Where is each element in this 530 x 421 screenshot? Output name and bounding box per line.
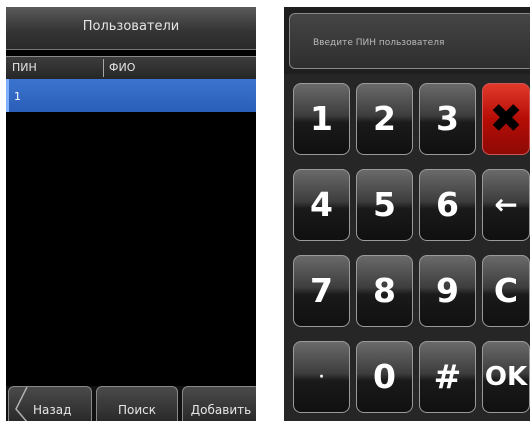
bottom-toolbar: Назад Поиск Добавить: [6, 386, 256, 421]
key-9-label: 9: [436, 271, 459, 310]
key-0[interactable]: 0: [356, 341, 413, 413]
close-icon: ✖: [489, 96, 523, 142]
key-3[interactable]: 3: [419, 83, 476, 155]
key-2-label: 2: [373, 99, 396, 138]
key-2[interactable]: 2: [356, 83, 413, 155]
key-6[interactable]: 6: [419, 169, 476, 241]
page-title: Пользователи: [82, 19, 180, 34]
add-user-button[interactable]: Добавить: [182, 386, 256, 421]
ok-button[interactable]: OK: [482, 341, 530, 413]
key-5[interactable]: 5: [356, 169, 413, 241]
back-button-label: Назад: [33, 403, 72, 417]
delete-key[interactable]: ✖: [482, 83, 530, 155]
key-5-label: 5: [373, 185, 396, 224]
dot-key-label: ·: [318, 369, 325, 385]
key-8[interactable]: 8: [356, 255, 413, 327]
key-4-label: 4: [310, 185, 333, 224]
table-cell-pin: 1: [14, 90, 21, 103]
key-0-label: 0: [373, 357, 396, 396]
ok-button-label: OK: [484, 362, 528, 392]
search-button-label: Поиск: [117, 403, 156, 417]
table-row[interactable]: 1: [6, 79, 256, 112]
pin-entry-screen: Введите ПИН пользователя 1 2 3 ✖ 4 5 6 ←…: [284, 7, 530, 421]
backspace-key[interactable]: ←: [482, 169, 530, 241]
clear-key-label: C: [493, 271, 519, 310]
users-screen: Пользователи ПИН ФИО 1 Назад Поиск Добав…: [6, 7, 256, 421]
key-1[interactable]: 1: [293, 83, 350, 155]
column-divider: [103, 59, 104, 77]
add-button-label: Добавить: [190, 403, 252, 417]
arrow-left-icon: ←: [494, 188, 518, 221]
column-header-pin: ПИН: [12, 61, 37, 74]
title-bar: Пользователи: [6, 7, 256, 50]
table-header: ПИН ФИО: [6, 56, 256, 80]
key-9[interactable]: 9: [419, 255, 476, 327]
key-1-label: 1: [310, 99, 333, 138]
key-4[interactable]: 4: [293, 169, 350, 241]
column-header-name: ФИО: [109, 61, 136, 74]
hash-key-label: #: [433, 357, 462, 396]
back-button[interactable]: Назад: [8, 386, 92, 421]
pin-input[interactable]: Введите ПИН пользователя: [289, 13, 530, 69]
key-6-label: 6: [436, 185, 459, 224]
selection-marker: [6, 79, 9, 112]
pin-input-placeholder: Введите ПИН пользователя: [313, 38, 445, 48]
back-arrow-icon: [15, 387, 28, 421]
clear-key[interactable]: C: [482, 255, 530, 327]
search-button[interactable]: Поиск: [96, 386, 178, 421]
dot-key[interactable]: ·: [293, 341, 350, 413]
key-7-label: 7: [310, 271, 333, 310]
key-8-label: 8: [373, 271, 396, 310]
hash-key[interactable]: #: [419, 341, 476, 413]
key-7[interactable]: 7: [293, 255, 350, 327]
key-3-label: 3: [436, 99, 459, 138]
